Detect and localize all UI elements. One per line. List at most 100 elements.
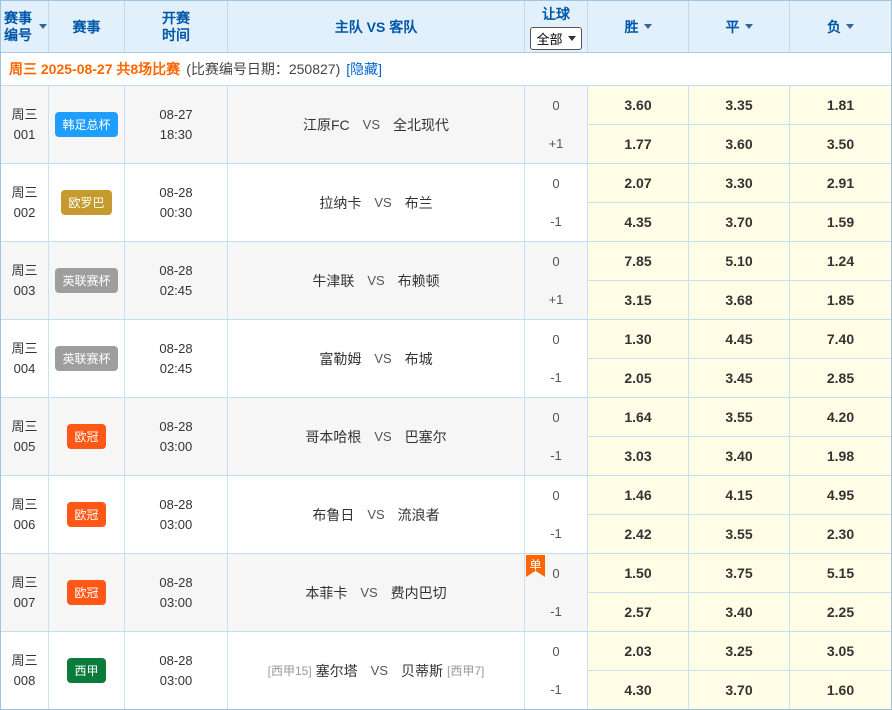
- odds-lose-cell[interactable]: 2.30: [790, 515, 891, 553]
- odds-win-cell[interactable]: 3.60: [588, 86, 688, 125]
- header-draw-label: 平: [726, 17, 740, 37]
- odds-lose-cell[interactable]: 2.25: [790, 593, 891, 631]
- odds-lose-cell[interactable]: 4.95: [790, 476, 891, 515]
- odds-lose-cell[interactable]: 2.91: [790, 164, 891, 203]
- odds-win-cell[interactable]: 7.85: [588, 242, 688, 281]
- match-row: 周三007欧冠08-2803:00本菲卡VS费内巴切0单-11.502.573.…: [1, 554, 891, 632]
- odds-draw-cell[interactable]: 5.10: [689, 242, 789, 281]
- header-event-no[interactable]: 赛事编号: [1, 1, 49, 52]
- odds-draw-cell[interactable]: 4.45: [689, 320, 789, 359]
- odds-lose-cell[interactable]: 3.05: [790, 632, 891, 671]
- odds-lose-cell[interactable]: 5.15: [790, 554, 891, 593]
- odds-column-lose: 7.402.85: [790, 320, 891, 397]
- odds-win-cell[interactable]: 3.15: [588, 281, 688, 319]
- odds-draw-cell[interactable]: 4.15: [689, 476, 789, 515]
- match-time: 03:00: [160, 593, 193, 613]
- match-id-cell: 周三008: [1, 632, 49, 709]
- odds-column-draw: 3.253.70: [689, 632, 790, 709]
- odds-lose-cell[interactable]: 1.85: [790, 281, 891, 319]
- odds-win-cell[interactable]: 2.07: [588, 164, 688, 203]
- odds-win-cell[interactable]: 1.30: [588, 320, 688, 359]
- odds-draw-cell[interactable]: 3.75: [689, 554, 789, 593]
- odds-draw-cell[interactable]: 3.30: [689, 164, 789, 203]
- odds-lose-cell[interactable]: 7.40: [790, 320, 891, 359]
- odds-lose-cell[interactable]: 1.60: [790, 671, 891, 709]
- odds-win-cell[interactable]: 2.03: [588, 632, 688, 671]
- odds-lose-cell[interactable]: 1.98: [790, 437, 891, 475]
- odds-draw-cell[interactable]: 3.55: [689, 398, 789, 437]
- odds-draw-cell[interactable]: 3.40: [689, 437, 789, 475]
- odds-column-draw: 4.153.55: [689, 476, 790, 553]
- odds-win-cell[interactable]: 1.77: [588, 125, 688, 163]
- match-rows: 周三001韩足总杯08-2718:30江原FCVS全北现代0+13.601.77…: [1, 86, 891, 709]
- odds-win-cell[interactable]: 3.03: [588, 437, 688, 475]
- match-date: 08-28: [159, 339, 192, 359]
- odds-column-lose: 2.911.59: [790, 164, 891, 241]
- odds-draw-cell[interactable]: 3.25: [689, 632, 789, 671]
- odds-draw-cell[interactable]: 3.55: [689, 515, 789, 553]
- handicap-cell: 0-1: [525, 632, 588, 709]
- odds-draw-cell[interactable]: 3.70: [689, 203, 789, 241]
- header-draw[interactable]: 平: [689, 1, 790, 52]
- odds-lose-cell[interactable]: 1.59: [790, 203, 891, 241]
- home-team: 富勒姆: [319, 349, 361, 369]
- league-cell: 英联赛杯: [49, 320, 125, 397]
- match-date: 08-28: [159, 495, 192, 515]
- odds-win-cell[interactable]: 4.35: [588, 203, 688, 241]
- league-cell: 欧罗巴: [49, 164, 125, 241]
- vs-label: VS: [363, 117, 380, 132]
- handicap-cell: 0+1: [525, 86, 588, 163]
- league-cell: 欧冠: [49, 398, 125, 475]
- match-date: 08-28: [159, 651, 192, 671]
- odds-draw-cell[interactable]: 3.40: [689, 593, 789, 631]
- odds-win-cell[interactable]: 1.50: [588, 554, 688, 593]
- odds-lose-cell[interactable]: 1.24: [790, 242, 891, 281]
- away-team: 巴塞尔: [405, 427, 447, 447]
- header-win[interactable]: 胜: [588, 1, 689, 52]
- odds-win-cell[interactable]: 2.57: [588, 593, 688, 631]
- odds-draw-cell[interactable]: 3.45: [689, 359, 789, 397]
- time-cell: 08-2803:00: [125, 476, 228, 553]
- odds-win-cell[interactable]: 4.30: [588, 671, 688, 709]
- match-number: 001: [14, 125, 36, 145]
- header-lose[interactable]: 负: [790, 1, 891, 52]
- match-time: 02:45: [160, 359, 193, 379]
- match-day: 周三: [11, 261, 37, 281]
- time-cell: 08-2803:00: [125, 554, 228, 631]
- odds-draw-cell[interactable]: 3.60: [689, 125, 789, 163]
- odds-column-draw: 5.103.68: [689, 242, 790, 319]
- odds-lose-cell[interactable]: 3.50: [790, 125, 891, 163]
- odds-win-cell[interactable]: 1.64: [588, 398, 688, 437]
- handicap-filter-select[interactable]: 全部: [530, 27, 581, 50]
- time-cell: 08-2718:30: [125, 86, 228, 163]
- match-date: 08-28: [159, 261, 192, 281]
- odds-win-cell[interactable]: 1.46: [588, 476, 688, 515]
- match-number: 004: [14, 359, 36, 379]
- draw-dropdown-icon[interactable]: [745, 24, 753, 29]
- odds-draw-cell[interactable]: 3.35: [689, 86, 789, 125]
- chevron-down-icon: [568, 36, 576, 41]
- match-id-cell: 周三002: [1, 164, 49, 241]
- away-rank: [西甲7]: [447, 662, 484, 679]
- odds-win-cell[interactable]: 2.42: [588, 515, 688, 553]
- odds-lose-cell[interactable]: 4.20: [790, 398, 891, 437]
- sort-arrow-icon[interactable]: [39, 24, 47, 29]
- odds-lose-cell[interactable]: 2.85: [790, 359, 891, 397]
- match-time: 00:30: [160, 203, 193, 223]
- win-dropdown-icon[interactable]: [644, 24, 652, 29]
- header-time: 开赛时间: [125, 1, 228, 52]
- odds-draw-cell[interactable]: 3.70: [689, 671, 789, 709]
- home-rank: [西甲15]: [268, 662, 312, 679]
- league-cell: 韩足总杯: [49, 86, 125, 163]
- odds-win-cell[interactable]: 2.05: [588, 359, 688, 397]
- hide-link[interactable]: [隐藏]: [346, 59, 382, 79]
- vs-label: VS: [374, 429, 391, 444]
- match-number: 002: [14, 203, 36, 223]
- match-id-cell: 周三007: [1, 554, 49, 631]
- match-day: 周三: [11, 105, 37, 125]
- odds-draw-cell[interactable]: 3.68: [689, 281, 789, 319]
- league-badge: 英联赛杯: [55, 268, 117, 293]
- match-date: 08-27: [159, 105, 192, 125]
- lose-dropdown-icon[interactable]: [846, 24, 854, 29]
- odds-lose-cell[interactable]: 1.81: [790, 86, 891, 125]
